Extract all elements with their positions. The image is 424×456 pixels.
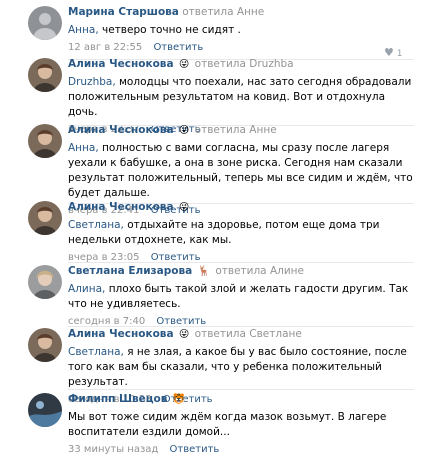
status-emoji-icon: 🐯 (172, 394, 186, 405)
comment-text-body: четверо точно не сидят . (98, 24, 241, 36)
avatar[interactable] (28, 265, 62, 299)
status-emoji-icon: 😜 (178, 59, 190, 70)
comment-text: Светлана, отдыхайте на здоровье, потом е… (68, 218, 416, 248)
status-emoji-icon: 🦌 (197, 266, 210, 277)
avatar-photo-brown-icon (28, 124, 62, 158)
avatar[interactable] (28, 201, 62, 235)
comment-text-body: плохо быть такой злой и желать гадости д… (68, 283, 409, 310)
comment-text: Светлана, я не злая, а какое бы у вас бы… (68, 345, 416, 390)
reply-button[interactable]: Ответить (153, 42, 203, 53)
avatar-photo-brown-icon (28, 201, 62, 235)
comment-date[interactable]: сегодня в 7:40 (68, 316, 145, 327)
comment-date[interactable]: 12 авг в 22:55 (68, 42, 142, 53)
comment-author[interactable]: Алина Чеснокова (68, 58, 174, 70)
avatar[interactable] (28, 328, 62, 362)
comment-author[interactable]: Алина Чеснокова (68, 201, 174, 213)
comment-text: Druzhba, молодцы что поехали, нас зато с… (68, 75, 416, 120)
reply-button[interactable]: Ответить (156, 316, 206, 327)
comment-date[interactable]: вчера в 23:05 (68, 252, 140, 263)
avatar-photo-brown-icon (28, 58, 62, 92)
replied-to[interactable]: ответила Анне (195, 124, 277, 136)
status-emoji-icon: 😜 (178, 202, 190, 213)
comment-text-body: молодцы что поехали, нас зато сегодня об… (68, 76, 412, 118)
like-button[interactable]: ♥ 1 (384, 46, 412, 59)
avatar[interactable] (28, 58, 62, 92)
comments-list: Марина Старшова ответила Анне Анна, четв… (0, 0, 424, 455)
mention-link[interactable]: Анна, (68, 24, 99, 36)
comment-text: Алина, плохо быть такой злой и желать га… (68, 282, 416, 312)
comment-item: Светлана Елизарова 🦌 ответила Алине Алин… (0, 265, 424, 327)
mention-link[interactable]: Светлана, (68, 219, 124, 231)
status-emoji-icon: 😜 (178, 329, 190, 340)
comment-item: Алина Чеснокова 😜 ответила Светлане Свет… (0, 328, 424, 405)
comment-text-body: полностью с вами согласна, мы сразу посл… (68, 142, 413, 199)
comment-author[interactable]: Алина Чеснокова (68, 328, 174, 340)
comment-text: Анна, полностью с вами согласна, мы сраз… (68, 141, 416, 201)
mention-link[interactable]: Светлана, (68, 346, 124, 358)
avatar-photo-brown-icon (28, 328, 62, 362)
comment-author[interactable]: Алина Чеснокова (68, 124, 174, 136)
comment-author[interactable]: Марина Старшова (68, 6, 179, 18)
comment-author[interactable]: Филипп Швецов (68, 393, 167, 405)
status-emoji-icon: 😜 (178, 125, 190, 136)
comment-text-body: Мы вот тоже сидим ждём когда мазок возьм… (68, 411, 387, 438)
mention-link[interactable]: Алина, (68, 283, 105, 295)
comment-item: Алина Чеснокова 😜 ответила Анне Анна, по… (0, 124, 424, 216)
comment-item: Алина Чеснокова 😜 ответила Druzhba Druzh… (0, 58, 424, 135)
replied-to[interactable]: ответила Анне (182, 6, 264, 18)
avatar-grey-icon (28, 6, 62, 40)
avatar[interactable] (28, 393, 62, 427)
replied-to[interactable]: ответила Druzhba (195, 58, 294, 70)
comment-text: Мы вот тоже сидим ждём когда мазок возьм… (68, 410, 416, 440)
comment-item: Алина Чеснокова 😜 Светлана, отдыхайте на… (0, 201, 424, 263)
comment-author[interactable]: Светлана Елизарова (68, 265, 192, 277)
replied-to[interactable]: ответила Алине (215, 265, 304, 277)
avatar-photo-grey-icon (28, 265, 62, 299)
mention-link[interactable]: Druzhba, (68, 76, 116, 88)
avatar-photo-blue-icon (28, 393, 62, 427)
comment-text: Анна, четверо точно не сидят . (68, 23, 416, 38)
reply-button[interactable]: Ответить (151, 252, 201, 263)
avatar[interactable] (28, 6, 62, 40)
comment-item: Филипп Швецов 🐯 Мы вот тоже сидим ждём к… (0, 393, 424, 455)
mention-link[interactable]: Анна, (68, 142, 99, 154)
avatar[interactable] (28, 124, 62, 158)
replied-to[interactable]: ответила Светлане (195, 328, 302, 340)
comment-item: Марина Старшова ответила Анне Анна, четв… (0, 6, 424, 60)
